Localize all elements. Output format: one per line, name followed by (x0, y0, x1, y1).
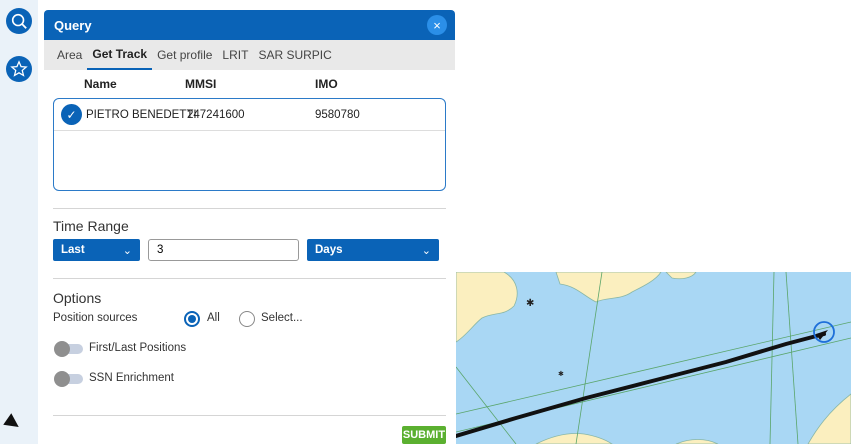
toggle-knob (54, 341, 70, 357)
land-south (535, 433, 613, 444)
tab-lrit[interactable]: LRIT (217, 40, 253, 70)
toggle-knob (54, 371, 70, 387)
column-imo: IMO (315, 77, 338, 91)
land-north (555, 272, 662, 303)
divider (53, 278, 446, 279)
land-islet (665, 272, 697, 280)
submit-button[interactable]: SUBMIT (402, 426, 446, 444)
land-south-2 (675, 439, 719, 444)
toggle-ssn-label: SSN Enrichment (89, 372, 175, 384)
search-globe-icon[interactable] (6, 8, 32, 34)
results-list[interactable]: ✓ PIETRO BENEDETTI 247241600 9580780 (53, 98, 446, 191)
radio-select[interactable] (239, 311, 255, 327)
radio-select-label[interactable]: Select... (261, 312, 303, 324)
divider (53, 208, 446, 209)
vessel-mmsi: 247241600 (187, 108, 245, 121)
tab-get-profile[interactable]: Get profile (152, 40, 217, 70)
vessel-imo: 9580780 (315, 108, 360, 121)
land-east (807, 393, 851, 444)
time-mode-select[interactable]: Last ⌄ (53, 239, 140, 261)
land-west (456, 272, 518, 343)
radio-all[interactable] (184, 311, 200, 327)
tab-area[interactable]: Area (52, 40, 87, 70)
panel-header: Query × (44, 10, 455, 40)
vessel-track (456, 332, 826, 438)
radio-all-label[interactable]: All (207, 312, 220, 324)
position-sources-label: Position sources (53, 312, 138, 324)
close-icon[interactable]: × (427, 15, 447, 35)
collapse-arrow-icon[interactable] (3, 413, 23, 433)
checkmark-icon[interactable]: ✓ (61, 104, 82, 125)
track-head (816, 330, 828, 340)
query-panel: Query × Area Get Track Get profile LRIT … (44, 10, 455, 444)
column-name: Name (84, 77, 117, 91)
map-view[interactable]: ✱ ✱ (456, 272, 851, 444)
divider (53, 415, 446, 416)
time-unit-value: Days (315, 244, 343, 256)
vessel-name: PIETRO BENEDETTI (86, 108, 197, 121)
star-icon[interactable] (6, 56, 32, 82)
time-mode-value: Last (61, 244, 85, 256)
toggle-first-last-label: First/Last Positions (89, 342, 187, 354)
time-value-input[interactable] (148, 239, 299, 261)
options-title: Options (53, 290, 102, 306)
toggle-ssn[interactable] (54, 371, 83, 387)
left-rail (0, 0, 38, 444)
chevron-down-icon: ⌄ (122, 244, 132, 257)
map-marker-icon: ✱ (526, 298, 534, 309)
results-header: Name MMSI IMO (44, 70, 455, 95)
column-mmsi: MMSI (185, 77, 217, 91)
map-canvas: ✱ ✱ (456, 272, 851, 444)
tab-sar-surpic[interactable]: SAR SURPIC (253, 40, 336, 70)
table-row[interactable]: ✓ PIETRO BENEDETTI 247241600 9580780 (54, 99, 445, 131)
chevron-down-icon: ⌄ (421, 244, 431, 257)
tab-get-track[interactable]: Get Track (87, 40, 153, 70)
tab-bar: Area Get Track Get profile LRIT SAR SURP… (44, 40, 455, 70)
toggle-first-last[interactable] (54, 341, 83, 357)
panel-title: Query (54, 17, 92, 33)
map-marker-icon: ✱ (558, 370, 564, 378)
time-range-title: Time Range (53, 218, 129, 234)
time-unit-select[interactable]: Days ⌄ (307, 239, 439, 261)
